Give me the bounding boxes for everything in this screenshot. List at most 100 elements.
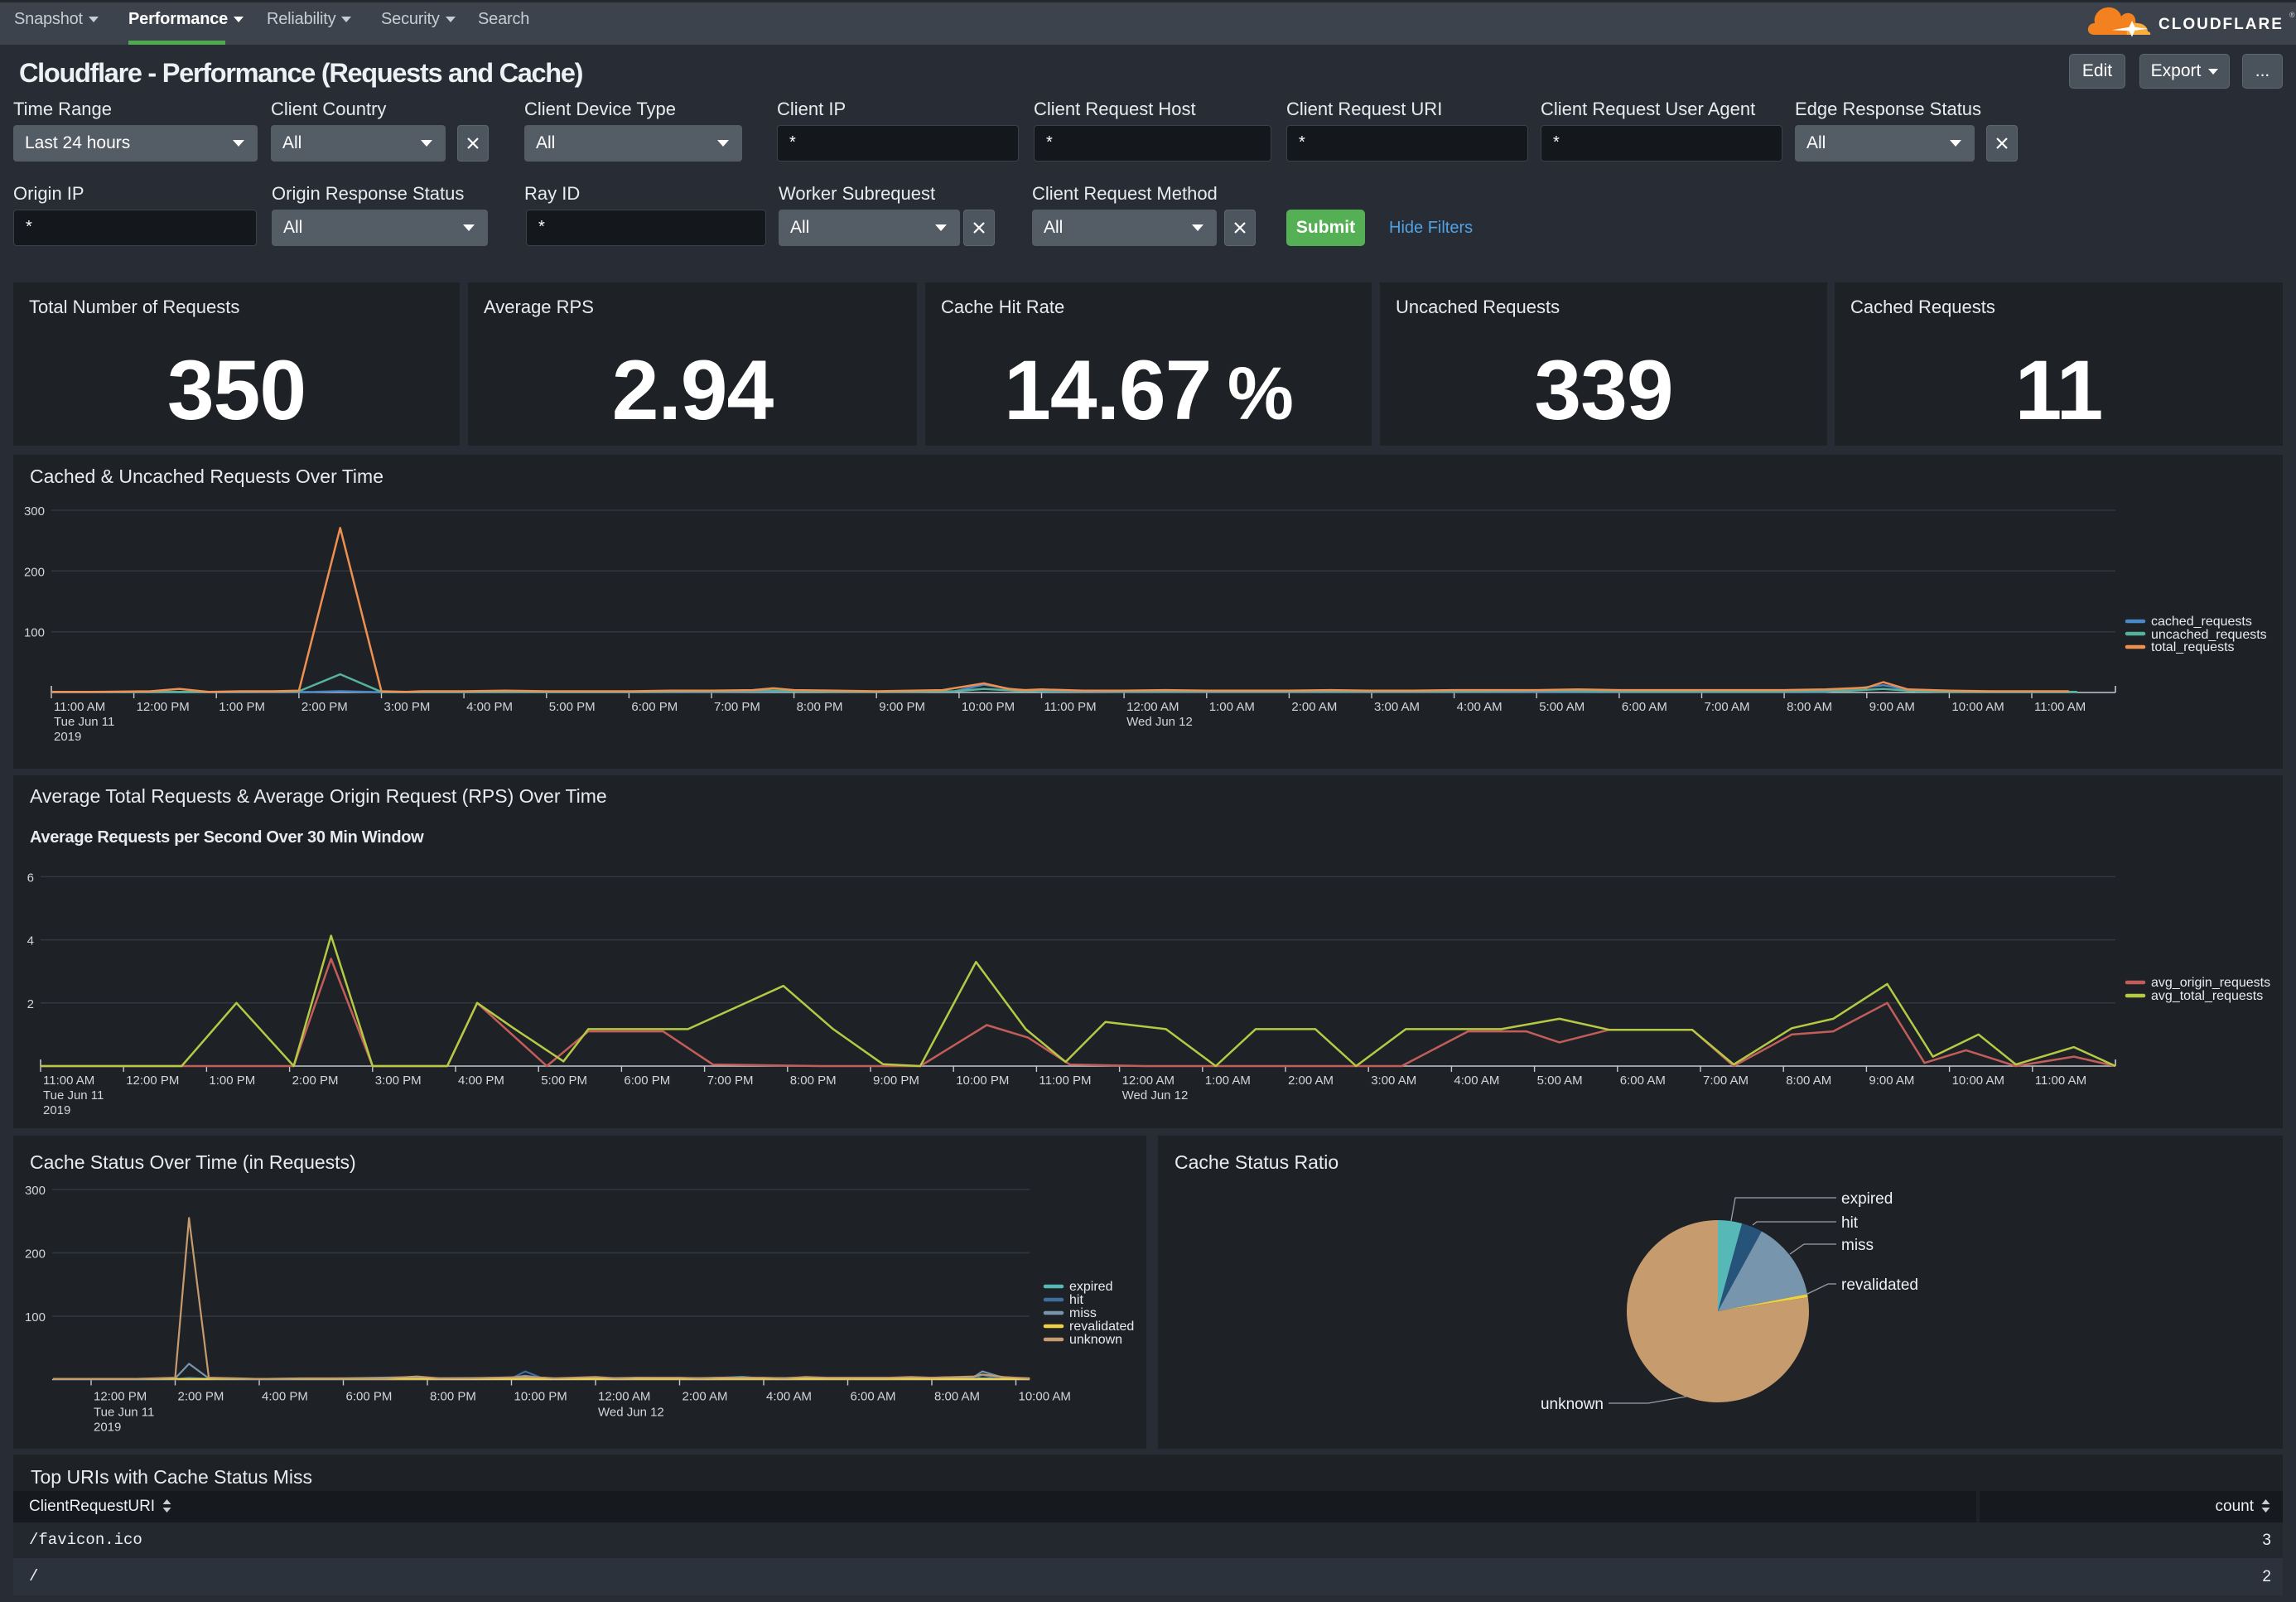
svg-text:revalidated: revalidated [1841, 1276, 1918, 1294]
svg-text:Wed Jun 12: Wed Jun 12 [1122, 1088, 1189, 1103]
svg-text:8:00 AM: 8:00 AM [1786, 1074, 1831, 1088]
svg-text:200: 200 [25, 1247, 46, 1262]
svg-text:11:00 AM: 11:00 AM [43, 1074, 94, 1088]
svg-text:4:00 PM: 4:00 PM [458, 1074, 504, 1088]
svg-text:2:00 AM: 2:00 AM [1291, 700, 1337, 714]
svg-text:4:00 AM: 4:00 AM [1454, 1074, 1499, 1088]
svg-text:1:00 PM: 1:00 PM [219, 700, 265, 714]
svg-text:12:00 PM: 12:00 PM [126, 1074, 179, 1088]
svg-text:Cache Status Ratio: Cache Status Ratio [1175, 1151, 1339, 1173]
svg-text:4:00 PM: 4:00 PM [466, 700, 513, 714]
svg-text:revalidated: revalidated [1069, 1320, 1134, 1334]
svg-text:7:00 AM: 7:00 AM [1705, 700, 1750, 714]
svg-text:10:00 AM: 10:00 AM [1951, 700, 2004, 714]
svg-text:Average Requests per Second Ov: Average Requests per Second Over 30 Min … [30, 828, 424, 847]
svg-text:1:00 AM: 1:00 AM [1209, 700, 1255, 714]
svg-text:6:00 PM: 6:00 PM [631, 700, 678, 714]
svg-text:5:00 PM: 5:00 PM [541, 1074, 587, 1088]
svg-text:3:00 AM: 3:00 AM [1371, 1074, 1416, 1088]
svg-text:3:00 PM: 3:00 PM [375, 1074, 422, 1088]
svg-text:11:00 PM: 11:00 PM [1044, 700, 1097, 714]
svg-text:4:00 PM: 4:00 PM [262, 1390, 308, 1404]
svg-text:300: 300 [25, 1184, 46, 1198]
svg-text:6:00 AM: 6:00 AM [1620, 1074, 1666, 1088]
svg-text:2:00 AM: 2:00 AM [1288, 1074, 1334, 1088]
svg-text:hit: hit [1841, 1214, 1859, 1232]
svg-text:8:00 PM: 8:00 PM [790, 1074, 837, 1088]
svg-text:5:00 AM: 5:00 AM [1539, 700, 1585, 714]
svg-text:Average Total Requests & Avera: Average Total Requests & Average Origin … [30, 785, 607, 807]
svg-text:unknown: unknown [1069, 1333, 1122, 1347]
svg-text:3:00 AM: 3:00 AM [1374, 700, 1420, 714]
svg-text:12:00 AM: 12:00 AM [598, 1390, 650, 1404]
svg-text:2:00 PM: 2:00 PM [301, 700, 348, 714]
svg-text:miss: miss [1069, 1306, 1097, 1320]
svg-text:unknown: unknown [1541, 1396, 1604, 1413]
svg-text:Cache Status Over Time (in Req: Cache Status Over Time (in Requests) [30, 1151, 356, 1173]
svg-text:hit: hit [1069, 1293, 1083, 1307]
svg-text:10:00 PM: 10:00 PM [514, 1390, 567, 1404]
svg-text:8:00 AM: 8:00 AM [1787, 700, 1832, 714]
svg-text:4:00 AM: 4:00 AM [1457, 700, 1503, 714]
svg-text:4:00 AM: 4:00 AM [766, 1390, 812, 1404]
svg-text:avg_total_requests: avg_total_requests [2151, 989, 2263, 1003]
svg-text:300: 300 [24, 504, 45, 519]
svg-text:9:00 AM: 9:00 AM [1869, 700, 1915, 714]
svg-text:Tue Jun 11: Tue Jun 11 [94, 1406, 154, 1420]
svg-text:4: 4 [27, 934, 34, 948]
svg-text:cached_requests: cached_requests [2151, 615, 2252, 629]
svg-text:Wed Jun 12: Wed Jun 12 [1126, 715, 1193, 729]
svg-text:6: 6 [27, 871, 34, 885]
svg-text:8:00 PM: 8:00 PM [430, 1390, 476, 1404]
svg-text:9:00 AM: 9:00 AM [1869, 1074, 1914, 1088]
svg-text:12:00 AM: 12:00 AM [1122, 1074, 1175, 1088]
svg-text:7:00 AM: 7:00 AM [1703, 1074, 1749, 1088]
svg-text:6:00 PM: 6:00 PM [624, 1074, 670, 1088]
svg-text:11:00 AM: 11:00 AM [2034, 700, 2086, 714]
svg-text:2019: 2019 [43, 1103, 70, 1117]
svg-text:6:00 AM: 6:00 AM [1622, 700, 1667, 714]
svg-text:6:00 AM: 6:00 AM [851, 1390, 896, 1404]
svg-text:2: 2 [27, 997, 34, 1011]
svg-text:2019: 2019 [54, 730, 81, 744]
svg-text:Tue Jun 11: Tue Jun 11 [43, 1088, 104, 1103]
svg-text:8:00 AM: 8:00 AM [934, 1390, 980, 1404]
svg-text:100: 100 [25, 1310, 46, 1325]
svg-text:1:00 PM: 1:00 PM [209, 1074, 255, 1088]
svg-text:7:00 PM: 7:00 PM [714, 700, 760, 714]
svg-text:Wed Jun 12: Wed Jun 12 [598, 1406, 664, 1420]
svg-text:7:00 PM: 7:00 PM [707, 1074, 754, 1088]
svg-text:1:00 AM: 1:00 AM [1205, 1074, 1251, 1088]
svg-text:CLOUDFLARE: CLOUDFLARE [2159, 16, 2284, 33]
svg-text:12:00 PM: 12:00 PM [94, 1390, 147, 1404]
svg-text:expired: expired [1841, 1190, 1893, 1208]
svg-text:miss: miss [1841, 1237, 1874, 1254]
svg-text:total_requests: total_requests [2151, 640, 2235, 654]
svg-text:2:00 PM: 2:00 PM [292, 1074, 339, 1088]
svg-text:®: ® [2289, 11, 2295, 19]
svg-text:5:00 AM: 5:00 AM [1537, 1074, 1583, 1088]
svg-text:2019: 2019 [94, 1421, 121, 1435]
svg-text:10:00 AM: 10:00 AM [1019, 1390, 1071, 1404]
svg-text:expired: expired [1069, 1280, 1112, 1294]
svg-text:11:00 PM: 11:00 PM [1039, 1074, 1091, 1088]
svg-text:8:00 PM: 8:00 PM [797, 700, 843, 714]
svg-text:avg_origin_requests: avg_origin_requests [2151, 976, 2270, 990]
svg-text:2:00 PM: 2:00 PM [178, 1390, 224, 1404]
svg-text:6:00 PM: 6:00 PM [346, 1390, 393, 1404]
svg-text:10:00 AM: 10:00 AM [1952, 1074, 2004, 1088]
svg-text:9:00 PM: 9:00 PM [879, 700, 925, 714]
svg-text:200: 200 [24, 565, 45, 579]
svg-text:11:00 AM: 11:00 AM [2035, 1074, 2086, 1088]
svg-text:12:00 AM: 12:00 AM [1126, 700, 1179, 714]
svg-text:3:00 PM: 3:00 PM [384, 700, 431, 714]
svg-text:11:00 AM: 11:00 AM [54, 700, 105, 714]
svg-text:5:00 PM: 5:00 PM [549, 700, 596, 714]
svg-text:9:00 PM: 9:00 PM [873, 1074, 919, 1088]
svg-text:10:00 PM: 10:00 PM [956, 1074, 1009, 1088]
svg-text:Tue Jun 11: Tue Jun 11 [54, 715, 114, 729]
svg-text:2:00 AM: 2:00 AM [683, 1390, 728, 1404]
svg-text:100: 100 [24, 626, 45, 640]
svg-text:Cached & Uncached Requests Ove: Cached & Uncached Requests Over Time [30, 466, 383, 487]
svg-text:10:00 PM: 10:00 PM [962, 700, 1015, 714]
